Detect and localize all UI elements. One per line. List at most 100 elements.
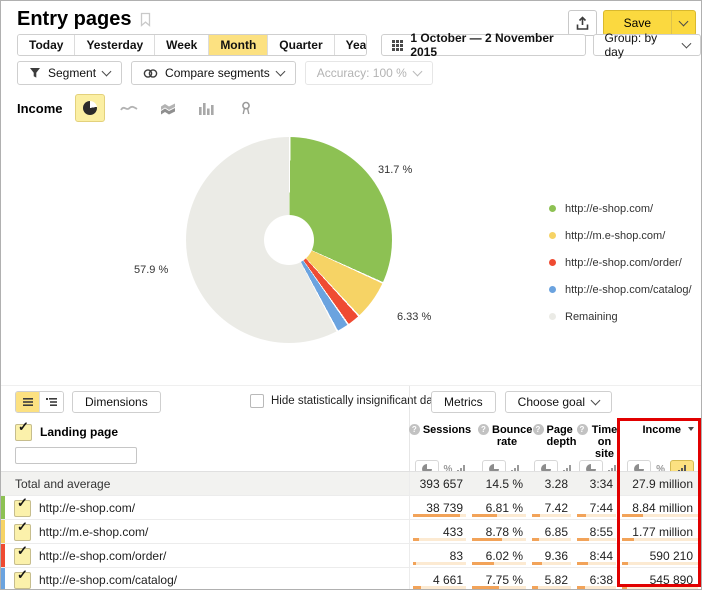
help-icon[interactable]: ?: [478, 424, 489, 435]
help-icon[interactable]: ?: [577, 424, 588, 435]
choose-goal-label: Choose goal: [518, 392, 585, 412]
time-on-site-value: 7:44: [590, 501, 613, 515]
column-label[interactable]: Page depth: [547, 424, 573, 448]
date-range-picker[interactable]: 1 October — 2 November 2015: [381, 34, 586, 56]
legend-item[interactable]: http://e-shop.com/order/: [549, 249, 692, 276]
chevron-down-icon: [275, 67, 285, 77]
income-value: 545 890: [650, 573, 693, 587]
bounce-rate-value: 7.75 %: [486, 573, 523, 587]
tab-yesterday[interactable]: Yesterday: [74, 35, 154, 55]
hide-insignificant-checkbox[interactable]: [250, 394, 264, 408]
line-chart-type-button[interactable]: [114, 94, 144, 122]
tab-today[interactable]: Today: [18, 35, 74, 55]
view-toggle-group: [15, 391, 64, 413]
line-chart-icon: [120, 102, 138, 114]
compare-segments-label: Compare segments: [165, 66, 270, 80]
column-label[interactable]: Income: [642, 424, 681, 436]
landing-page-url[interactable]: http://e-shop.com/catalog/: [39, 573, 177, 587]
data-table-section: Dimensions Hide statistically insignific…: [1, 385, 701, 590]
legend-dot: [549, 286, 556, 293]
legend-label: Remaining: [565, 311, 618, 323]
flat-list-view-button[interactable]: [16, 392, 39, 412]
landing-page-url[interactable]: http://m.e-shop.com/: [39, 525, 148, 539]
period-tab-group: Today Yesterday Week Month Quarter Year: [17, 34, 367, 56]
tree-view-button[interactable]: [39, 392, 63, 412]
toolbar-divider: [409, 386, 410, 417]
column-label[interactable]: Bounce rate: [492, 424, 522, 448]
landing-cell: ✓ http://e-shop.com/catalog/: [1, 568, 409, 590]
bookmark-icon[interactable]: [140, 12, 151, 27]
sort-desc-icon: [688, 427, 694, 431]
chart-metric-label: Income: [17, 101, 63, 116]
legend-dot: [549, 259, 556, 266]
column-label[interactable]: Time on site: [591, 424, 619, 460]
time-on-site-value: 8:55: [590, 525, 613, 539]
legend-label: http://e-shop.com/order/: [565, 257, 682, 269]
table-header: ✓ Landing page ? Sessions %: [1, 417, 701, 472]
tab-quarter[interactable]: Quarter: [267, 35, 333, 55]
checkmark-icon: ✓: [17, 543, 28, 559]
legend-label: http://e-shop.com/: [565, 203, 653, 215]
income-value: 1.77 million: [632, 525, 693, 539]
pie-chart-type-button[interactable]: [75, 94, 105, 122]
column-label[interactable]: Sessions: [423, 424, 471, 436]
legend-label: http://m.e-shop.com/: [565, 230, 665, 242]
bounce-rate-value: 6.81 %: [486, 501, 523, 515]
group-by-dropdown[interactable]: Group: by day: [593, 34, 701, 56]
tab-month[interactable]: Month: [208, 35, 267, 55]
help-icon[interactable]: ?: [409, 424, 420, 435]
tab-year[interactable]: Year: [334, 35, 368, 55]
time-on-site-value: 6:38: [590, 573, 613, 587]
hide-insignificant-label: Hide statistically insignificant data: [271, 395, 442, 407]
legend-item[interactable]: http://e-shop.com/: [549, 195, 692, 222]
header: Entry pages: [17, 7, 151, 31]
slice-percent-label: 57.9 %: [134, 264, 168, 276]
stacked-area-type-button[interactable]: [153, 94, 183, 122]
legend-dot: [549, 313, 556, 320]
table-row: ✓ http://e-shop.com/catalog/ 4 661 7.75 …: [1, 568, 701, 590]
map-pin-icon: [240, 101, 252, 115]
select-all-checkbox[interactable]: ✓: [15, 424, 32, 441]
income-value: 8.84 million: [632, 501, 693, 515]
pie-chart-icon: [83, 101, 97, 115]
accuracy-label: Accuracy: 100 %: [317, 66, 407, 80]
dimensions-button[interactable]: Dimensions: [72, 391, 161, 413]
metrics-button[interactable]: Metrics: [431, 391, 496, 413]
toolbar-right: Metrics Choose goal: [431, 391, 612, 413]
dimension-column-header: Landing page: [40, 425, 118, 439]
choose-goal-dropdown[interactable]: Choose goal: [505, 391, 612, 413]
legend-dot: [549, 205, 556, 212]
row-color-strip: [1, 544, 5, 567]
segment-controls: Segment Compare segments Accuracy: 100 %: [17, 61, 433, 85]
page-depth-value: 6.85: [545, 525, 568, 539]
total-row: Total and average 393 657 14.5 % 3.28 3:…: [1, 471, 701, 496]
slice-percent-label: 6.33 %: [397, 311, 431, 323]
sessions-value: 433: [443, 525, 463, 539]
map-type-button[interactable]: [231, 94, 261, 122]
accuracy-dropdown[interactable]: Accuracy: 100 %: [305, 61, 433, 85]
segment-dropdown[interactable]: Segment: [17, 61, 122, 85]
tab-week[interactable]: Week: [154, 35, 208, 55]
landing-page-filter-input[interactable]: [15, 447, 137, 464]
legend-item[interactable]: http://e-shop.com/catalog/: [549, 276, 692, 303]
column-chart-type-button[interactable]: [192, 94, 222, 122]
legend-dot: [549, 232, 556, 239]
chevron-down-icon: [102, 67, 112, 77]
chevron-down-icon: [679, 17, 689, 27]
landing-page-url[interactable]: http://e-shop.com/order/: [39, 549, 166, 563]
income-value: 590 210: [650, 549, 693, 563]
toolbar-left: Dimensions: [15, 391, 161, 413]
legend-item[interactable]: Remaining: [549, 303, 692, 330]
row-checkbox[interactable]: ✓: [14, 548, 31, 565]
help-icon[interactable]: ?: [533, 424, 544, 435]
stacked-area-icon: [160, 102, 176, 115]
landing-page-url[interactable]: http://e-shop.com/: [39, 501, 135, 515]
compare-segments-dropdown[interactable]: Compare segments: [131, 61, 296, 85]
save-label: Save: [624, 16, 651, 30]
export-icon: [575, 16, 590, 31]
legend-item[interactable]: http://m.e-shop.com/: [549, 222, 692, 249]
row-checkbox[interactable]: ✓: [14, 572, 31, 589]
row-checkbox[interactable]: ✓: [14, 524, 31, 541]
time-on-site-value: 8:44: [590, 549, 613, 563]
row-checkbox[interactable]: ✓: [14, 500, 31, 517]
